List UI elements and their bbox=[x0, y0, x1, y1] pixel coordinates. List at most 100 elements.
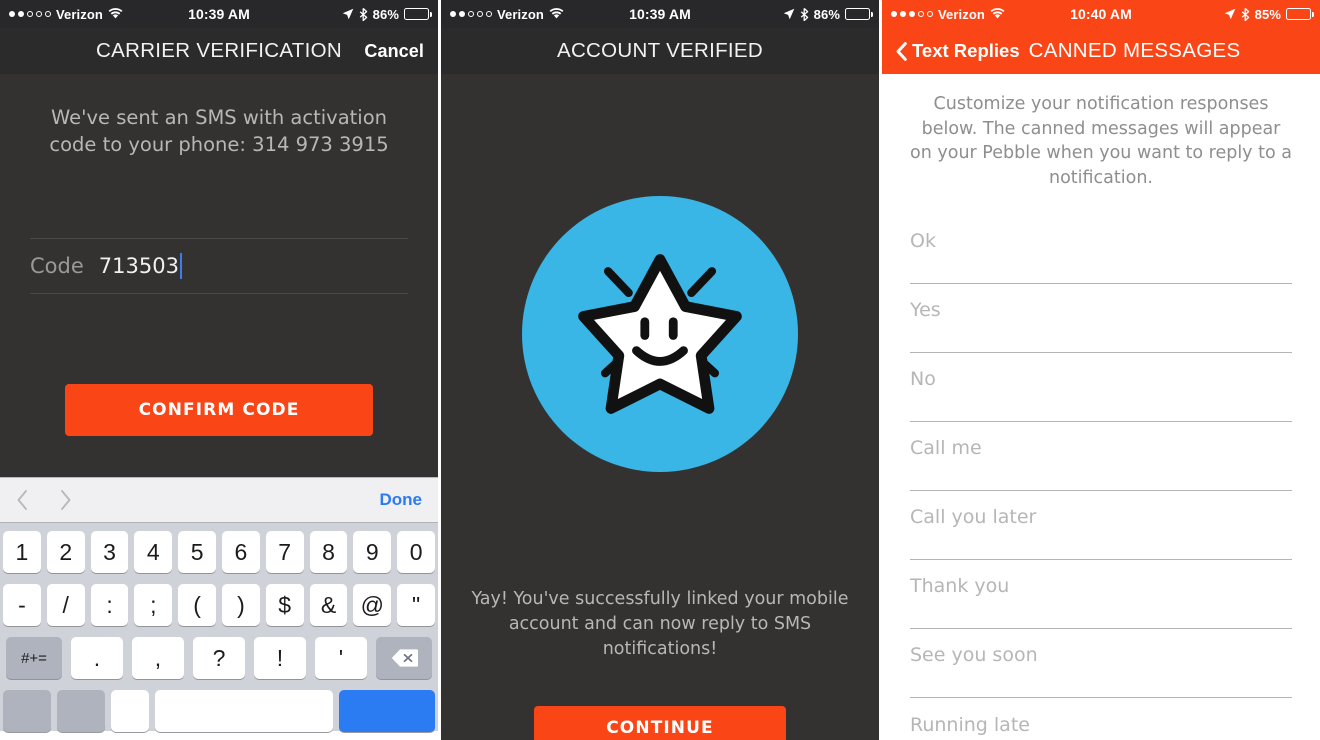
nav-bar: CARRIER VERIFICATION Cancel bbox=[0, 28, 438, 74]
key-semicolon[interactable]: ; bbox=[134, 584, 173, 626]
battery-percent: 85% bbox=[1254, 6, 1281, 22]
key-9[interactable]: 9 bbox=[353, 531, 392, 573]
bluetooth-icon bbox=[800, 7, 809, 21]
wifi-icon bbox=[549, 8, 564, 20]
key-3[interactable]: 3 bbox=[90, 531, 129, 573]
key-6[interactable]: 6 bbox=[222, 531, 260, 573]
bluetooth-icon bbox=[1241, 7, 1250, 21]
carrier-verification-body: We've sent an SMS with activation code t… bbox=[0, 74, 438, 477]
key-4[interactable]: 4 bbox=[134, 531, 173, 573]
key-space[interactable] bbox=[155, 690, 333, 732]
continue-button-wrap: CONTINUE bbox=[441, 706, 879, 740]
key-at[interactable]: @ bbox=[353, 584, 392, 626]
back-button[interactable]: Text Replies bbox=[896, 40, 1020, 62]
list-item[interactable]: Yes bbox=[910, 284, 1292, 353]
battery-icon bbox=[404, 8, 432, 20]
key-8[interactable]: 8 bbox=[309, 531, 348, 573]
key-7[interactable]: 7 bbox=[265, 531, 304, 573]
panel-canned-messages: Verizon 10:40 AM 85% Text Replies CANNED… bbox=[882, 0, 1320, 740]
keyboard-row-numbers: 1 2 3 4 5 6 7 8 9 0 bbox=[3, 531, 435, 573]
success-message: Yay! You've successfully linked your mob… bbox=[471, 589, 849, 659]
battery-icon bbox=[845, 8, 873, 20]
continue-button[interactable]: CONTINUE bbox=[534, 706, 786, 740]
signal-strength-icon bbox=[891, 11, 933, 17]
backspace-icon[interactable] bbox=[376, 637, 432, 679]
canned-message-list: Ok Yes No Call me Call you later Thank y… bbox=[910, 215, 1292, 740]
key-paren-close[interactable]: ) bbox=[222, 584, 260, 626]
key-symbols-toggle[interactable]: #+= bbox=[6, 637, 62, 679]
chevron-right-icon[interactable] bbox=[59, 489, 72, 511]
canned-message-text: Yes bbox=[910, 299, 941, 321]
key-colon[interactable]: : bbox=[90, 584, 129, 626]
battery-percent: 86% bbox=[813, 6, 840, 22]
key-123-toggle[interactable] bbox=[3, 690, 51, 732]
nav-bar: ACCOUNT VERIFIED bbox=[441, 28, 879, 74]
key-exclamation[interactable]: ! bbox=[254, 637, 306, 679]
intro-text: Customize your notification responses be… bbox=[910, 94, 1292, 188]
screenshot-stage: Verizon 10:39 AM 86% CARRIER VERIFICATIO… bbox=[0, 0, 1320, 740]
keyboard-toolbar: Done bbox=[0, 477, 438, 523]
page-title: CANNED MESSAGES bbox=[1028, 39, 1241, 62]
canned-message-text: Ok bbox=[910, 230, 936, 252]
keyboard-done-button[interactable]: Done bbox=[380, 490, 423, 510]
key-0[interactable]: 0 bbox=[397, 531, 435, 573]
code-input-row[interactable]: Code 713503 bbox=[30, 238, 408, 294]
key-comma[interactable]: , bbox=[132, 637, 184, 679]
back-button-label: Text Replies bbox=[912, 40, 1020, 61]
key-apostrophe[interactable]: ' bbox=[315, 637, 367, 679]
location-arrow-icon bbox=[1224, 8, 1236, 20]
keyboard-row-punctuation: #+= . , ? ! ' bbox=[3, 637, 435, 679]
key-2[interactable]: 2 bbox=[46, 531, 85, 573]
status-bar: Verizon 10:39 AM 86% bbox=[441, 0, 879, 28]
status-bar: Verizon 10:40 AM 85% bbox=[882, 0, 1320, 28]
key-ampersand[interactable]: & bbox=[309, 584, 348, 626]
list-item[interactable]: Ok bbox=[910, 215, 1292, 284]
status-bar-right: 86% bbox=[342, 7, 432, 22]
canned-message-text: Running late bbox=[910, 713, 1030, 736]
status-bar-right: 85% bbox=[1224, 6, 1314, 22]
key-return[interactable] bbox=[339, 690, 435, 732]
list-item[interactable]: Running late bbox=[910, 698, 1292, 740]
status-bar-right: 86% bbox=[783, 6, 873, 22]
canned-message-text: Call me bbox=[910, 437, 982, 459]
list-item[interactable]: No bbox=[910, 353, 1292, 422]
battery-icon bbox=[1286, 8, 1314, 20]
chevron-left-icon[interactable] bbox=[16, 489, 29, 511]
canned-message-text: See you soon bbox=[910, 644, 1038, 666]
code-input[interactable]: 713503 bbox=[99, 254, 179, 278]
key-globe[interactable] bbox=[57, 690, 105, 732]
smiling-star-icon bbox=[522, 196, 798, 472]
key-5[interactable]: 5 bbox=[178, 531, 216, 573]
wifi-icon bbox=[108, 8, 123, 20]
key-quote[interactable]: " bbox=[397, 584, 435, 626]
list-item[interactable]: See you soon bbox=[910, 629, 1292, 698]
key-paren-open[interactable]: ( bbox=[178, 584, 216, 626]
key-question[interactable]: ? bbox=[193, 637, 245, 679]
key-hyphen[interactable]: - bbox=[3, 584, 41, 626]
key-dollar[interactable]: $ bbox=[265, 584, 304, 626]
key-period[interactable]: . bbox=[71, 637, 123, 679]
text-caret bbox=[179, 253, 183, 279]
carrier-name: Verizon bbox=[56, 6, 103, 22]
canned-message-text: Call you later bbox=[910, 506, 1037, 528]
confirm-code-button[interactable]: CONFIRM CODE bbox=[65, 384, 373, 436]
page-title: ACCOUNT VERIFIED bbox=[556, 39, 764, 62]
wifi-icon bbox=[990, 8, 1005, 20]
key-1[interactable]: 1 bbox=[3, 531, 41, 573]
nav-bar: Text Replies CANNED MESSAGES bbox=[882, 28, 1320, 74]
keyboard-nav-arrows bbox=[16, 489, 72, 511]
canned-message-text: Thank you bbox=[910, 575, 1010, 597]
carrier-name: Verizon bbox=[938, 6, 985, 22]
key-slash[interactable]: / bbox=[46, 584, 85, 626]
cancel-button[interactable]: Cancel bbox=[364, 41, 424, 62]
list-item[interactable]: Call me bbox=[910, 422, 1292, 491]
carrier-name: Verizon bbox=[497, 6, 544, 22]
bluetooth-icon bbox=[359, 7, 368, 21]
status-bar-left: Verizon bbox=[891, 7, 1005, 22]
key-mic[interactable] bbox=[111, 690, 149, 732]
list-item[interactable]: Thank you bbox=[910, 560, 1292, 629]
signal-strength-icon bbox=[450, 11, 492, 17]
keyboard-row-symbols: - / : ; ( ) $ & @ " bbox=[3, 584, 435, 626]
list-item[interactable]: Call you later bbox=[910, 491, 1292, 560]
canned-messages-body: Customize your notification responses be… bbox=[882, 74, 1320, 740]
